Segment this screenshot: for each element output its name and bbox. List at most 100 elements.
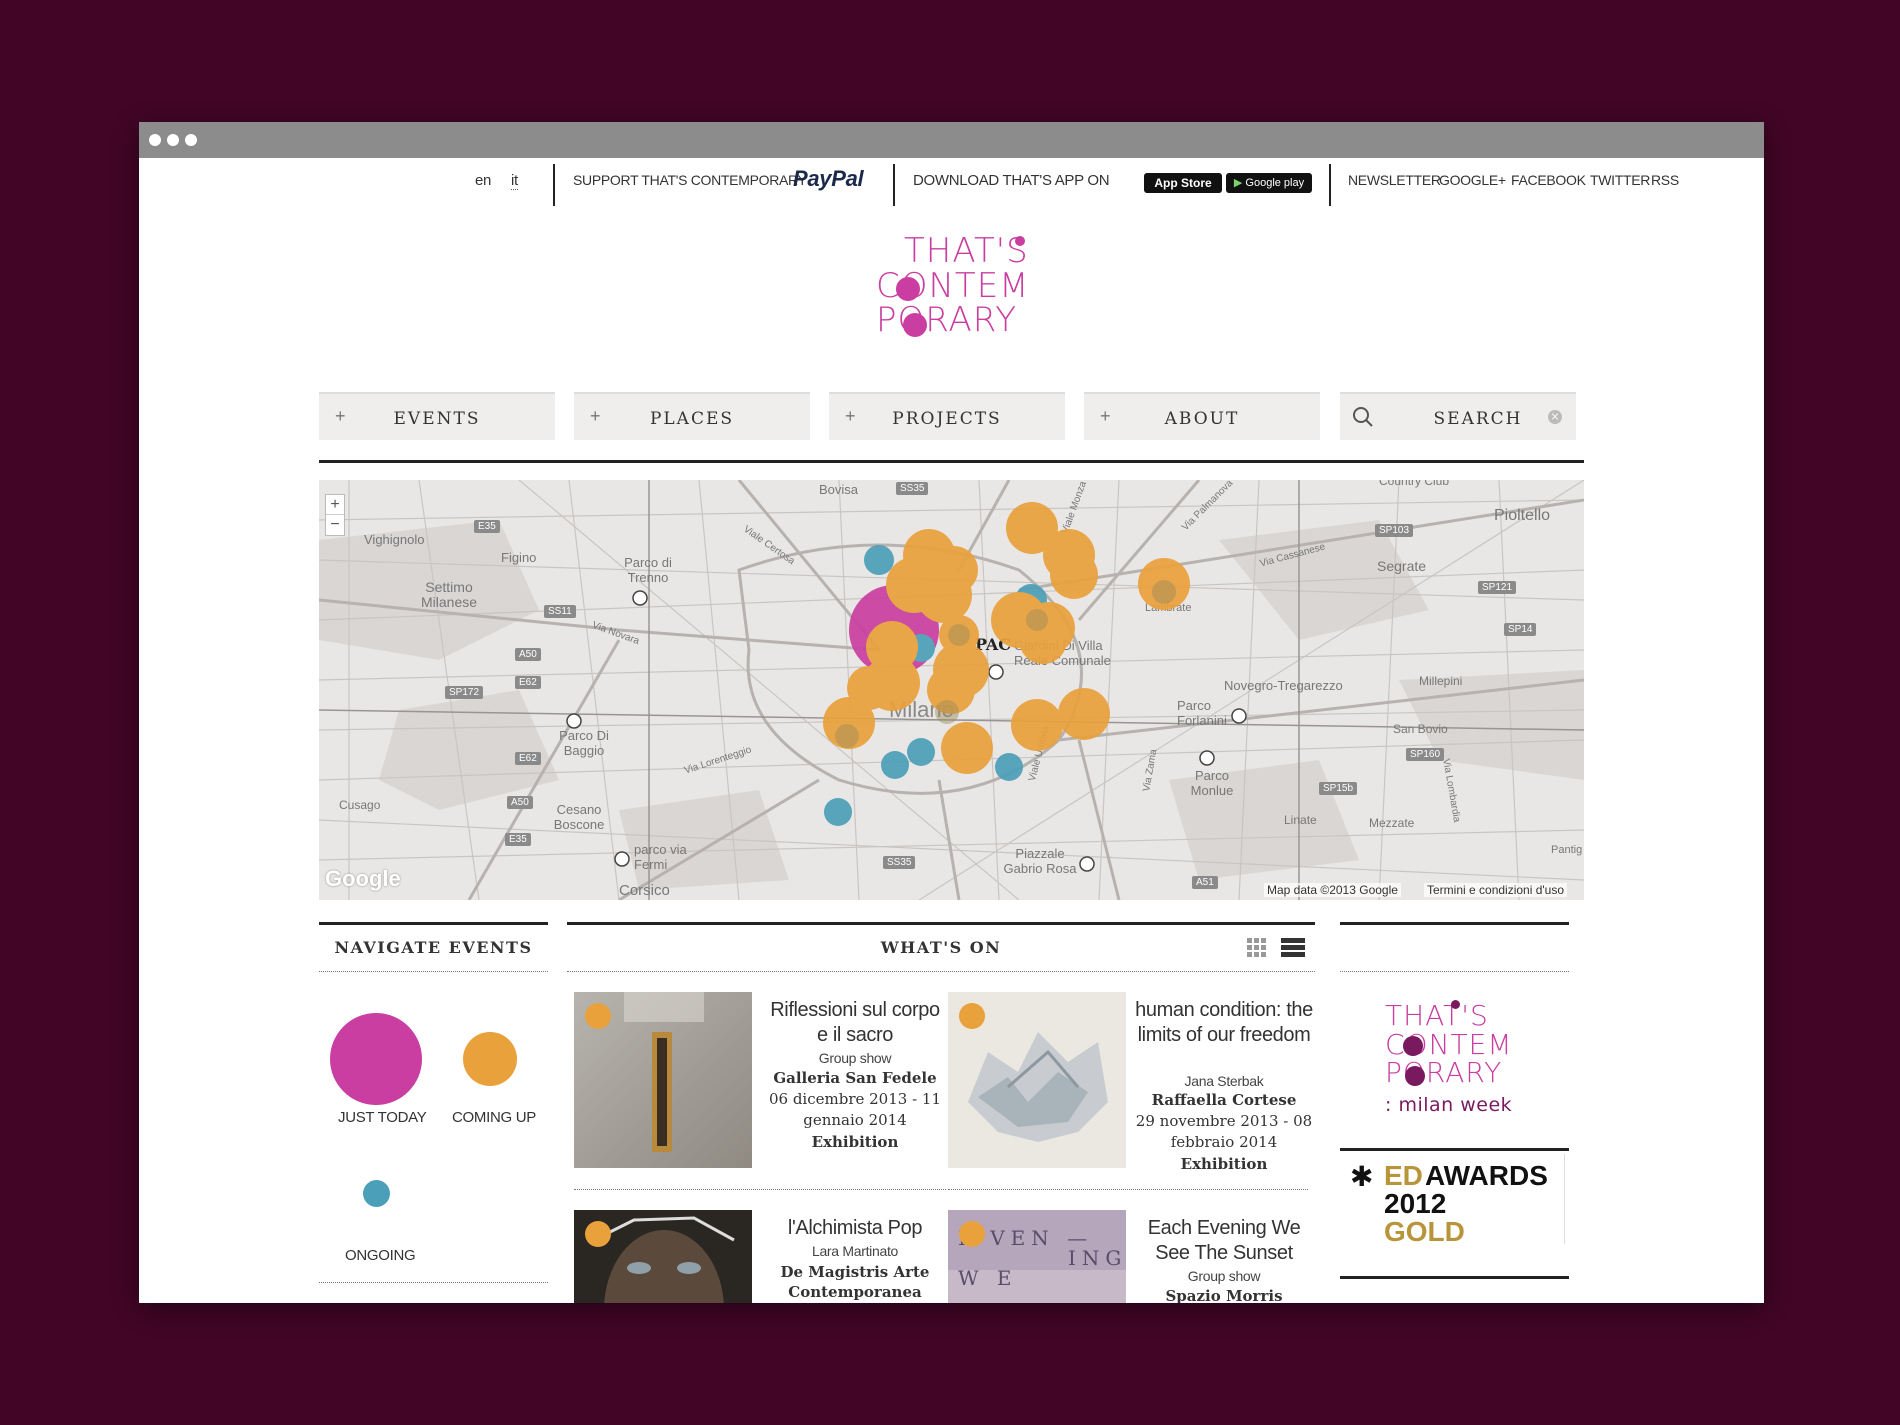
event-artist: Group show (1187, 1268, 1261, 1284)
google-play-badge[interactable]: ▶ Google play (1226, 173, 1312, 193)
whats-on-title: WHAT'S ON (880, 938, 1002, 957)
coming-up-marker-icon (585, 1221, 611, 1247)
window-maximize-dot[interactable] (185, 134, 197, 146)
divider (1564, 1154, 1565, 1244)
event-dates: 06 dicembre 2013 - 11 gennaio 2014 (768, 1090, 942, 1129)
event-marker-coming-up[interactable] (1058, 688, 1110, 740)
logo-circle-icon (1403, 1036, 1423, 1056)
list-view-icon[interactable] (1281, 938, 1305, 958)
facebook-link[interactable]: FACEBOOK (1511, 172, 1586, 188)
event-marker-ongoing[interactable] (864, 545, 894, 575)
play-icon: ▶ (1233, 177, 1243, 189)
coming-up-marker-icon (959, 1003, 985, 1029)
menu-places[interactable]: + PLACES (574, 392, 810, 440)
event-title[interactable]: Riflessioni sul corpo e il sacro (766, 998, 944, 1048)
logo-circle-icon (903, 313, 927, 337)
event-markers[interactable] (319, 480, 1584, 900)
navigate-events-header: NAVIGATE EVENTS (319, 922, 548, 972)
ongoing-circle-icon (363, 1180, 390, 1207)
menu-about-label: ABOUT (1164, 409, 1240, 429)
logo-line-3: PORARY (1385, 1056, 1503, 1090)
event-venue[interactable]: De Magistris Arte Contemporanea (766, 1262, 944, 1302)
event-marker-coming-up[interactable] (1011, 699, 1063, 751)
top-bar: en it SUPPORT THAT'S CONTEMPORARY PayPal… (319, 158, 1679, 220)
event-venue[interactable]: Raffaella Cortese (1135, 1091, 1313, 1109)
menu-divider (319, 460, 1584, 463)
divider (553, 164, 555, 206)
event-type: Exhibition (1180, 1155, 1268, 1173)
event-venue[interactable]: Spazio Morris (1135, 1287, 1313, 1303)
sidebar-header (1340, 922, 1569, 972)
menu-about[interactable]: + ABOUT (1084, 392, 1320, 440)
coming-up-marker-icon (959, 1221, 985, 1247)
event-title[interactable]: Each Evening We See The Sunset (1135, 1216, 1313, 1266)
divider (319, 1282, 548, 1283)
event-artist: Lara Martinato (811, 1243, 899, 1259)
divider (1340, 1148, 1569, 1151)
divider (574, 1189, 946, 1190)
window-minimize-dot[interactable] (167, 134, 179, 146)
app-store-badge[interactable]: App Store (1144, 173, 1222, 193)
award-star-icon: ✱ (1350, 1160, 1374, 1193)
menu-projects[interactable]: + PROJECTS (829, 392, 1065, 440)
svg-text:ING: ING (1068, 1246, 1126, 1270)
event-venue[interactable]: Galleria San Fedele (766, 1069, 944, 1087)
lang-en-link[interactable]: en (475, 172, 491, 189)
event-title[interactable]: l'Alchimista Pop (766, 1216, 944, 1241)
map-terms-link[interactable]: Termini e condizioni d'uso (1424, 883, 1568, 897)
logo-circle-icon (896, 277, 920, 301)
support-text: SUPPORT THAT'S CONTEMPORARY (573, 172, 807, 188)
lang-it-link[interactable]: it (511, 172, 518, 190)
event-dates: 29 novembre 2013 - 08 febbraio 2014 (1135, 1112, 1313, 1151)
event-marker-ongoing[interactable] (907, 738, 935, 766)
event-marker-ongoing[interactable] (995, 753, 1023, 781)
logo-line-3: PORARY (876, 300, 1017, 341)
divider (948, 1189, 1308, 1190)
newsletter-link[interactable]: NEWSLETTER (1348, 172, 1441, 188)
event-title[interactable]: human condition: the limits of our freed… (1135, 998, 1313, 1048)
menu-places-label: PLACES (649, 409, 735, 429)
coming-up-circle-icon (463, 1032, 517, 1086)
divider (893, 164, 895, 206)
browser-window: en it SUPPORT THAT'S CONTEMPORARY PayPal… (139, 122, 1764, 1303)
grid-view-icon[interactable] (1247, 938, 1267, 958)
legend-just-today-label: JUST TODAY (338, 1109, 427, 1126)
logo-dot-icon (1451, 1000, 1460, 1009)
event-marker-ongoing[interactable] (824, 798, 852, 826)
window-chrome (139, 122, 1764, 158)
edawards-badge[interactable]: ✱ ED AWARDS 2012 GOLD (1340, 1156, 1569, 1247)
map-attribution: Map data ©2013 Google (1264, 883, 1401, 897)
google-logo[interactable]: Google (325, 866, 401, 892)
paypal-logo[interactable]: PayPal (793, 166, 864, 192)
event-artist: Jana Sterbak (1184, 1073, 1264, 1089)
window-close-dot[interactable] (149, 134, 161, 146)
whats-on-header: WHAT'S ON (567, 922, 1315, 972)
clear-search-icon[interactable]: × (1548, 410, 1562, 424)
divider (1329, 164, 1331, 206)
milan-week-subtitle: : milan week (1385, 1094, 1513, 1116)
svg-text:W E: W E (958, 1266, 1018, 1290)
event-marker-coming-up[interactable] (1050, 551, 1098, 599)
divider (1340, 1276, 1569, 1279)
search-box[interactable]: SEARCH × (1340, 392, 1576, 440)
events-map[interactable]: + − Bovisa Vighignolo Figino Parco di Tr… (319, 480, 1584, 900)
event-artist: Group show (818, 1050, 892, 1066)
download-text: DOWNLOAD THAT'S APP ON (913, 172, 1110, 189)
rss-link[interactable]: RSS (1651, 172, 1679, 188)
logo-line-1: THAT'S (1385, 999, 1489, 1032)
milan-week-banner[interactable]: THAT'S CONTEM PORARY : milan week (1340, 984, 1569, 1134)
coming-up-marker-icon (585, 1003, 611, 1029)
menu-events[interactable]: + EVENTS (319, 392, 555, 440)
menu-projects-label: PROJECTS (892, 409, 1002, 429)
just-today-circle-icon (330, 1013, 422, 1105)
logo-line-1: THAT'S (904, 231, 1029, 271)
event-type: Exhibition (811, 1133, 899, 1151)
googleplus-link[interactable]: GOOGLE+ (1439, 172, 1506, 188)
logo-circle-icon (1405, 1066, 1425, 1086)
event-marker-ongoing[interactable] (881, 751, 909, 779)
twitter-link[interactable]: TWITTER (1590, 172, 1650, 188)
page: en it SUPPORT THAT'S CONTEMPORARY PayPal… (139, 158, 1764, 1303)
event-marker-coming-up[interactable] (916, 567, 972, 623)
logo-dot-icon (1015, 236, 1025, 246)
event-marker-coming-up[interactable] (941, 722, 993, 774)
